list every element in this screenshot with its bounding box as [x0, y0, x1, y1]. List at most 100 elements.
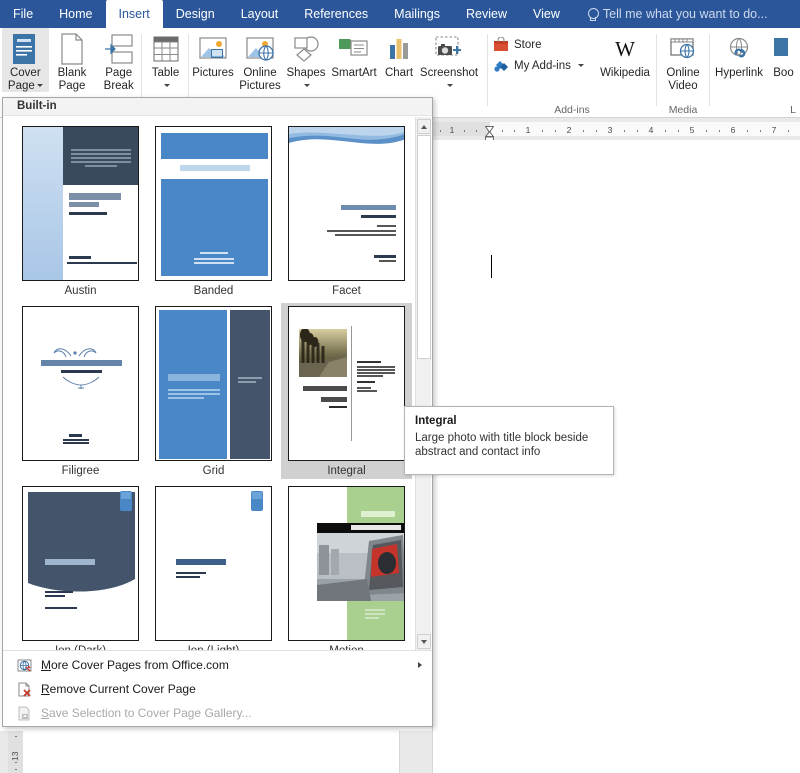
word-window: File Home Insert Design Layout Reference… — [0, 0, 800, 773]
chevron-down-icon[interactable] — [36, 83, 43, 87]
online-video-label-top: Online — [666, 67, 700, 79]
thumbnail-ion-light — [155, 486, 272, 641]
tab-file[interactable]: File — [0, 0, 46, 28]
tab-design-label: Design — [175, 7, 215, 21]
menu-item-more-cover-pages[interactable]: More Cover Pages from Office.com — [3, 653, 432, 677]
page-break-button[interactable]: Page Break — [95, 28, 142, 92]
gallery-item-austin[interactable]: Austin — [15, 123, 146, 299]
group-separator — [188, 34, 189, 106]
menu-item-remove-current-cover-page[interactable]: Remove Current Cover Page — [3, 677, 432, 701]
first-line-indent-marker[interactable] — [484, 120, 495, 133]
gallery-item-facet[interactable]: Facet — [281, 123, 412, 299]
group-separator — [487, 34, 488, 106]
tab-design[interactable]: Design — [163, 0, 228, 28]
document-page-lower[interactable] — [23, 731, 400, 773]
chart-icon — [385, 32, 413, 66]
thumbnail-motion — [288, 486, 405, 641]
tell-me-box[interactable]: Tell me what you want to do... — [573, 0, 768, 28]
gallery-footer-menu: More Cover Pages from Office.com Remove … — [3, 650, 432, 726]
pictures-button[interactable]: Pictures — [190, 28, 236, 80]
blank-page-label-top: Blank — [57, 67, 87, 79]
gallery-item-label: Filigree — [61, 465, 100, 477]
menu-item-label: Save Selection to Cover Page Gallery... — [41, 706, 252, 720]
ruler-tick: 1 — [525, 125, 531, 135]
chevron-down-icon[interactable] — [163, 83, 170, 87]
vertical-ruler[interactable]: 13 — [8, 731, 23, 773]
gallery-item-ion-light[interactable]: Ion (Light) — [148, 483, 279, 651]
remove-cover-page-icon — [13, 682, 35, 697]
gallery-item-label: Facet — [332, 285, 361, 297]
chevron-down-icon[interactable] — [577, 64, 584, 67]
svg-text:W: W — [615, 37, 635, 61]
tooltip-description: Large photo with title block beside abst… — [415, 432, 589, 458]
addins-group-label: Add-ins — [554, 104, 590, 116]
page-break-icon — [104, 32, 134, 66]
smartart-label: SmartArt — [331, 67, 377, 79]
screenshot-button[interactable]: Screenshot — [418, 28, 480, 92]
chevron-down-icon[interactable] — [447, 83, 453, 87]
hanging-indent-marker[interactable] — [484, 130, 495, 143]
bookmark-button[interactable]: Boo — [767, 28, 800, 80]
gallery-item-ion-dark[interactable]: Ion (Dark) — [15, 483, 146, 651]
chevron-down-icon[interactable] — [303, 83, 310, 87]
tab-review[interactable]: Review — [453, 0, 520, 28]
tab-mailings[interactable]: Mailings — [381, 0, 453, 28]
gallery-scrollbar[interactable] — [415, 117, 431, 651]
text-cursor — [491, 255, 493, 278]
page-break-label-top: Page — [105, 67, 133, 79]
gallery-item-integral[interactable]: Integral — [281, 303, 412, 479]
ruler-tick: 3 — [607, 125, 613, 135]
blank-page-button[interactable]: Blank Page — [49, 28, 96, 92]
screenshot-label: Screenshot — [419, 67, 479, 79]
my-addins-label: My Add-ins — [514, 59, 571, 72]
gallery-item-grid[interactable]: Grid — [148, 303, 279, 479]
store-button[interactable]: Store — [489, 34, 597, 55]
tab-view[interactable]: View — [520, 0, 573, 28]
gallery-item-motion[interactable]: Motion — [281, 483, 412, 651]
hyperlink-label: Hyperlink — [715, 67, 763, 79]
ribbon-tab-bar: File Home Insert Design Layout Reference… — [0, 0, 800, 28]
my-addins-button[interactable]: My Add-ins — [489, 55, 597, 76]
tab-references[interactable]: References — [291, 0, 381, 28]
shapes-label: Shapes — [286, 67, 326, 79]
gallery-item-filigree[interactable]: Filigree — [15, 303, 146, 479]
hyperlink-button[interactable]: Hyperlink — [711, 28, 767, 80]
chart-button[interactable]: Chart — [380, 28, 418, 80]
smartart-button[interactable]: SmartArt — [328, 28, 380, 80]
tab-insert[interactable]: Insert — [105, 0, 163, 28]
ruler-tick: 7 — [771, 125, 777, 135]
gallery-item-label: Austin — [64, 285, 97, 297]
gallery-item-banded[interactable]: Banded — [148, 123, 279, 299]
smartart-icon — [338, 32, 370, 66]
shapes-button[interactable]: Shapes — [284, 28, 328, 92]
wikipedia-button[interactable]: W Wikipedia — [597, 28, 653, 80]
group-separator — [141, 34, 142, 106]
thumbnail-ion-dark — [22, 486, 139, 641]
online-pictures-button[interactable]: Online Pictures — [236, 28, 284, 92]
gallery-items-container: Austin Banded Facet Filigree Grid Integr… — [3, 117, 417, 651]
lightbulb-icon — [587, 7, 599, 21]
ruler-tick: 6 — [730, 125, 736, 135]
menu-item-label: More Cover Pages from Office.com — [41, 658, 229, 672]
thumbnail-grid — [155, 306, 272, 461]
cover-page-button[interactable]: Cover Page — [2, 28, 49, 92]
hyperlink-icon — [723, 32, 755, 66]
horizontal-ruler[interactable]: 1 1 2 3 4 5 6 7 — [432, 118, 800, 143]
tab-home[interactable]: Home — [46, 0, 105, 28]
scrollbar-thumb[interactable] — [417, 135, 431, 359]
scroll-down-arrow-icon[interactable] — [417, 634, 431, 649]
gallery-item-label: Grid — [202, 465, 225, 477]
online-video-icon — [668, 32, 698, 66]
ruler-tick: 4 — [648, 125, 654, 135]
chevron-right-icon — [418, 662, 422, 668]
group-separator — [656, 34, 657, 106]
bookmark-label: Boo — [773, 67, 794, 79]
online-video-button[interactable]: Online Video — [658, 28, 708, 92]
scroll-up-arrow-icon[interactable] — [417, 119, 431, 134]
thumbnail-filigree — [22, 306, 139, 461]
tooltip-title: Integral — [415, 415, 457, 427]
tab-layout[interactable]: Layout — [228, 0, 292, 28]
chart-label: Chart — [384, 67, 414, 79]
table-button[interactable]: Table — [143, 28, 188, 92]
online-video-label-bottom: Video — [668, 79, 698, 92]
